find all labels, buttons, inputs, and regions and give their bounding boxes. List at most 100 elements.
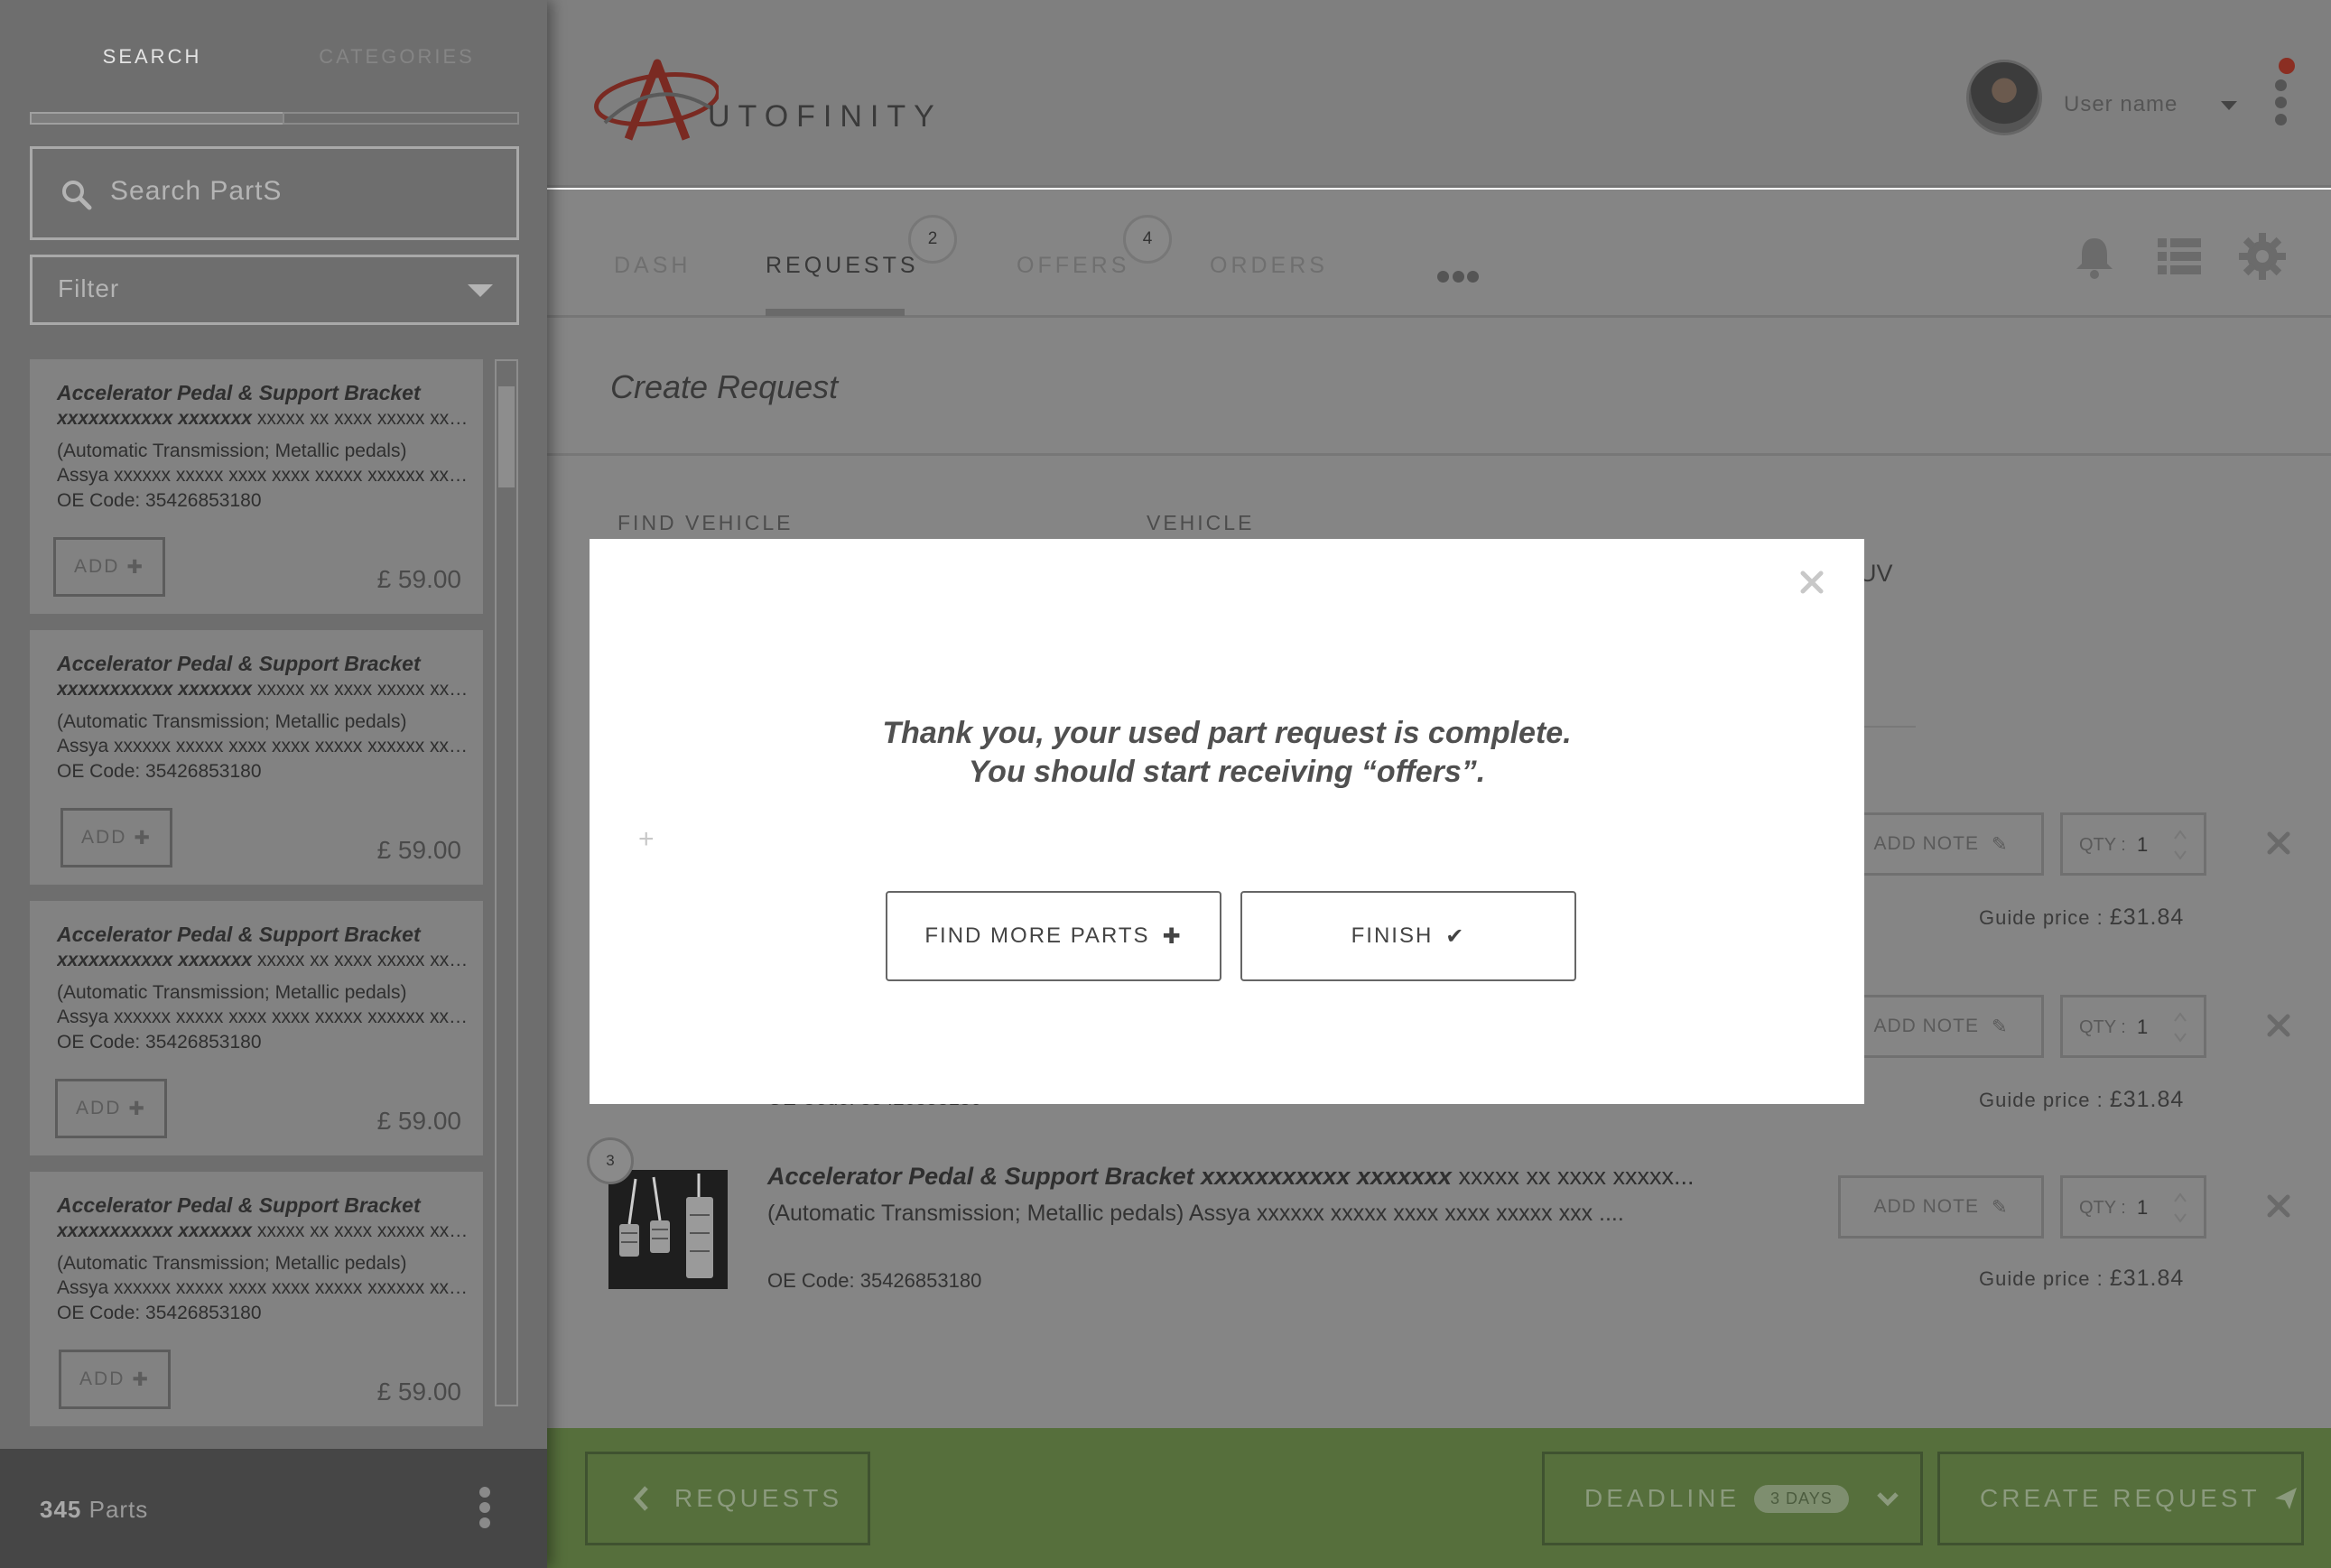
more-icon[interactable] — [1437, 271, 1479, 283]
part-description: xxxxxxxxxxx xxxxxxx xxxxx xx xxxx xxxxx … — [57, 1220, 474, 1241]
add-part-button[interactable]: ADD ✚ — [59, 1350, 171, 1409]
part-spec: (Automatic Transmission; Metallic pedals… — [57, 441, 407, 461]
find-vehicle-label: FIND VEHICLE — [618, 511, 794, 534]
part-spec: (Automatic Transmission; Metallic pedals… — [57, 1253, 407, 1274]
back-to-requests-button[interactable]: REQUESTS — [585, 1452, 870, 1545]
close-icon[interactable] — [1799, 570, 1825, 595]
offers-badge: 4 — [1123, 215, 1172, 264]
deadline-badge: 3 DAYS — [1754, 1484, 1849, 1513]
create-request-button[interactable]: CREATE REQUEST — [1937, 1452, 2304, 1545]
part-spec: (Automatic Transmission; Metallic pedals… — [57, 982, 407, 1003]
stepper-arrows-icon[interactable] — [2173, 1189, 2187, 1227]
close-icon[interactable] — [2266, 1013, 2291, 1038]
search-placeholder: Search PartS — [110, 176, 283, 206]
chevron-down-icon[interactable] — [2221, 101, 2237, 110]
part-detail: Assya xxxxxx xxxxx xxxx xxxx xxxxx xxxxx… — [57, 1007, 474, 1027]
pencil-icon: ✎ — [1991, 1016, 2009, 1037]
bell-icon[interactable] — [2069, 231, 2120, 282]
plus-icon: ✚ — [132, 1369, 150, 1390]
list-icon[interactable] — [2154, 231, 2205, 282]
part-description: xxxxxxxxxxx xxxxxxx xxxxx xx xxxx xxxxx … — [57, 408, 474, 429]
part-card: Accelerator Pedal & Support Bracket xxxx… — [30, 1172, 483, 1426]
part-price: £ 59.00 — [376, 836, 461, 864]
gear-icon[interactable] — [2237, 231, 2288, 282]
part-description: xxxxxxxxxxx xxxxxxx xxxxx xx xxxx xxxxx … — [57, 950, 474, 970]
part-title: Accelerator Pedal & Support Bracket — [57, 652, 421, 675]
find-more-parts-button[interactable]: FIND MORE PARTS ✚ — [886, 891, 1221, 981]
add-part-button[interactable]: ADD ✚ — [53, 537, 165, 597]
guide-price: Guide price : £31.84 — [1979, 1266, 2185, 1291]
tab-search[interactable]: SEARCH — [30, 45, 274, 69]
tab-categories[interactable]: CATEGORIES — [274, 45, 519, 69]
part-detail: Assya xxxxxx xxxxx xxxx xxxx xxxxx xxxxx… — [57, 465, 474, 486]
pencil-icon: ✎ — [1991, 833, 2009, 855]
autofinity-logo[interactable]: UTOFINITY — [592, 56, 998, 146]
plus-icon: ✚ — [128, 1098, 146, 1119]
notification-dot — [2279, 58, 2295, 74]
part-price: £ 59.00 — [376, 1378, 461, 1406]
part-price: £ 59.00 — [376, 565, 461, 593]
modal-message: Thank you, your used part request is com… — [590, 714, 1864, 792]
avatar[interactable] — [1966, 60, 2042, 135]
parts-count: 345 Parts — [40, 1496, 149, 1523]
part-title: Accelerator Pedal & Support Bracket — [57, 381, 421, 404]
close-icon[interactable] — [2266, 830, 2291, 856]
plus-icon: ✚ — [1162, 923, 1183, 949]
filter-dropdown[interactable]: Filter — [30, 255, 519, 325]
divider — [547, 453, 2331, 456]
part-oe-code: OE Code: 35426853180 — [57, 1032, 262, 1053]
create-request-label: CREATE REQUEST — [1980, 1484, 2261, 1512]
guide-price: Guide price : £31.84 — [1979, 1087, 2185, 1112]
logo-mark-icon — [594, 59, 720, 141]
part-title: Accelerator Pedal & Support Bracket — [57, 923, 421, 946]
part-image — [608, 1170, 728, 1289]
qty-label: QTY : — [2079, 1198, 2126, 1218]
part-title: Accelerator Pedal & Support Bracket — [57, 1193, 421, 1217]
part-oe-code: OE Code: 35426853180 — [767, 1269, 982, 1292]
quantity-stepper[interactable]: QTY : 1 — [2060, 1175, 2206, 1239]
add-note-button[interactable]: ADD NOTE ✎ — [1838, 812, 2044, 876]
plus-icon: + — [638, 824, 655, 854]
search-input[interactable]: Search PartS — [30, 146, 519, 240]
add-note-button[interactable]: ADD NOTE ✎ — [1838, 995, 2044, 1058]
action-footer: REQUESTS DEADLINE 3 DAYS CREATE REQUEST — [547, 1428, 2331, 1568]
tab-requests[interactable]: REQUESTS — [766, 253, 919, 279]
sidebar-scrollbar[interactable] — [495, 359, 518, 1406]
close-icon[interactable] — [2266, 1193, 2291, 1219]
tab-orders[interactable]: ORDERS — [1210, 253, 1328, 279]
guide-price: Guide price : £31.84 — [1979, 905, 2185, 930]
username[interactable]: User name — [2064, 92, 2178, 117]
stepper-arrows-icon[interactable] — [2173, 826, 2187, 864]
finish-button[interactable]: FINISH ✔ — [1240, 891, 1576, 981]
part-price: £ 59.00 — [376, 1107, 461, 1135]
quantity-stepper[interactable]: QTY : 1 — [2060, 812, 2206, 876]
deadline-dropdown[interactable]: DEADLINE 3 DAYS — [1542, 1452, 1923, 1545]
tab-dash[interactable]: DASH — [614, 253, 691, 279]
tab-categories-indicator — [283, 112, 519, 125]
pedal-image — [608, 1170, 728, 1289]
add-part-button[interactable]: ADD ✚ — [55, 1079, 167, 1138]
filter-label: Filter — [58, 274, 120, 302]
request-row-actions: ADD NOTE ✎ QTY : 1 — [1838, 995, 2308, 1058]
find-more-label: FIND MORE PARTS — [924, 923, 1150, 948]
tab-offers[interactable]: OFFERS — [1017, 253, 1129, 279]
part-card: Accelerator Pedal & Support Bracket xxxx… — [30, 901, 483, 1155]
stepper-arrows-icon[interactable] — [2173, 1008, 2187, 1046]
kebab-icon[interactable] — [477, 1487, 493, 1532]
kebab-icon[interactable] — [2275, 79, 2288, 131]
quantity-stepper[interactable]: QTY : 1 — [2060, 995, 2206, 1058]
add-part-button[interactable]: ADD ✚ — [60, 808, 172, 868]
qty-label: QTY : — [2079, 835, 2126, 855]
qty-value: 1 — [2137, 833, 2149, 856]
vehicle-label: VEHICLE — [1147, 511, 1255, 534]
active-tab-indicator — [766, 309, 905, 316]
request-row-actions: ADD NOTE ✎ QTY : 1 — [1838, 812, 2308, 876]
requests-badge: 2 — [908, 215, 957, 264]
add-note-button[interactable]: ADD NOTE ✎ — [1838, 1175, 2044, 1239]
scrollbar-thumb[interactable] — [498, 386, 515, 487]
part-card: Accelerator Pedal & Support Bracket xxxx… — [30, 630, 483, 885]
part-spec: (Automatic Transmission; Metallic pedals… — [57, 711, 407, 732]
part-number-badge: 3 — [587, 1137, 634, 1184]
part-detail: Assya xxxxxx xxxxx xxxx xxxx xxxxx xxxxx… — [57, 736, 474, 756]
chevron-left-icon — [633, 1486, 648, 1511]
